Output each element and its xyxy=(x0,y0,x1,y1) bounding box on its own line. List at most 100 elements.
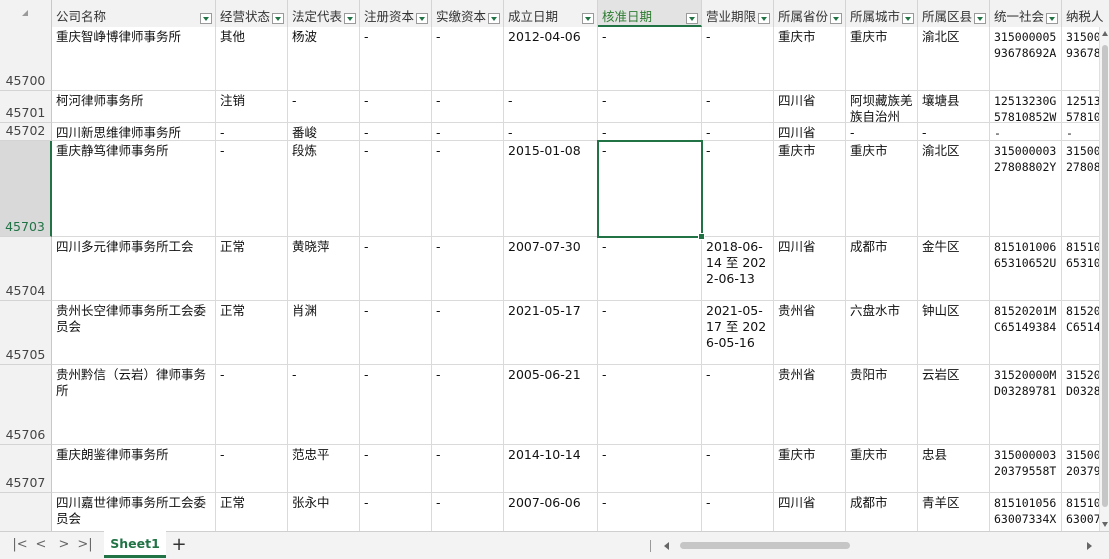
table-cell[interactable]: 番峻 xyxy=(288,123,360,141)
table-cell[interactable]: 31520000MD03289781 xyxy=(990,365,1062,445)
table-cell[interactable]: - xyxy=(216,141,288,237)
table-cell[interactable]: 四川新思维律师事务所 xyxy=(52,123,216,141)
vertical-scrollbar[interactable] xyxy=(1099,27,1109,531)
table-cell[interactable]: - xyxy=(432,91,504,123)
filter-dropdown-icon[interactable] xyxy=(344,13,356,24)
column-header[interactable]: 注册资本 xyxy=(360,0,432,27)
table-cell[interactable]: 2005-06-21 xyxy=(504,365,598,445)
table-cell[interactable]: 31500000327808802Y xyxy=(990,141,1062,237)
column-header[interactable]: 所属城市 xyxy=(846,0,918,27)
table-cell[interactable]: 2018-06-14 至 2022-06-13 xyxy=(702,237,774,301)
table-cell[interactable]: 12513230G57810852W xyxy=(990,91,1062,123)
table-cell[interactable]: 金牛区 xyxy=(918,237,990,301)
filter-dropdown-icon[interactable] xyxy=(686,13,698,24)
row-header[interactable]: 45705 xyxy=(0,301,52,365)
row-header[interactable]: 45701 xyxy=(0,91,52,123)
table-cell[interactable]: - xyxy=(216,365,288,445)
prev-sheet-nav-icon[interactable]: < xyxy=(33,537,49,553)
table-cell[interactable]: - xyxy=(360,141,432,237)
table-cell[interactable]: 钟山区 xyxy=(918,301,990,365)
table-cell[interactable]: - xyxy=(360,365,432,445)
column-header[interactable]: 实缴资本 xyxy=(432,0,504,27)
scroll-down-icon[interactable] xyxy=(1102,522,1108,527)
table-cell[interactable]: - xyxy=(216,445,288,493)
scroll-up-icon[interactable] xyxy=(1102,31,1108,36)
table-cell[interactable]: 段炼 xyxy=(288,141,360,237)
table-cell[interactable]: 重庆市 xyxy=(846,445,918,493)
table-cell[interactable]: - xyxy=(702,91,774,123)
table-cell[interactable]: 81510105663007334X xyxy=(990,493,1062,531)
table-cell[interactable]: 注销 xyxy=(216,91,288,123)
filter-dropdown-icon[interactable] xyxy=(200,13,212,24)
table-cell[interactable]: 其他 xyxy=(216,27,288,91)
table-cell[interactable]: - xyxy=(432,27,504,91)
column-header[interactable]: 所属省份 xyxy=(774,0,846,27)
table-cell[interactable]: - xyxy=(360,237,432,301)
table-cell[interactable]: - xyxy=(360,27,432,91)
table-cell[interactable]: 重庆静笃律师事务所 xyxy=(52,141,216,237)
table-cell[interactable]: 范忠平 xyxy=(288,445,360,493)
table-cell[interactable]: 重庆市 xyxy=(774,445,846,493)
table-cell[interactable]: 2015-01-08 xyxy=(504,141,598,237)
column-header[interactable]: 营业期限 xyxy=(702,0,774,27)
table-cell[interactable]: - xyxy=(432,493,504,531)
table-cell[interactable]: 杨波 xyxy=(288,27,360,91)
table-cell[interactable]: 四川省 xyxy=(774,493,846,531)
table-cell[interactable]: 壤塘县 xyxy=(918,91,990,123)
filter-dropdown-icon[interactable] xyxy=(758,13,770,24)
table-cell[interactable]: 成都市 xyxy=(846,493,918,531)
table-cell[interactable]: 31500000593678692A xyxy=(990,27,1062,91)
filter-dropdown-icon[interactable] xyxy=(488,13,500,24)
table-cell[interactable]: 正常 xyxy=(216,493,288,531)
filter-dropdown-icon[interactable] xyxy=(582,13,594,24)
table-cell[interactable]: - xyxy=(432,365,504,445)
row-header[interactable]: 45700 xyxy=(0,27,52,91)
table-cell[interactable]: - xyxy=(598,301,702,365)
row-header[interactable]: 45703 xyxy=(0,141,52,237)
table-cell[interactable]: - xyxy=(918,123,990,141)
table-cell[interactable]: - xyxy=(360,493,432,531)
table-cell[interactable]: - xyxy=(360,91,432,123)
table-cell[interactable]: - xyxy=(702,27,774,91)
column-header[interactable]: 核准日期 xyxy=(598,0,702,27)
filter-dropdown-icon[interactable] xyxy=(1046,13,1058,24)
table-cell[interactable]: 四川多元律师事务所工会 xyxy=(52,237,216,301)
table-cell[interactable]: 贵州省 xyxy=(774,365,846,445)
table-cell[interactable]: 张永中 xyxy=(288,493,360,531)
table-cell[interactable]: - xyxy=(846,123,918,141)
table-cell[interactable]: 柯河律师事务所 xyxy=(52,91,216,123)
table-cell[interactable]: 重庆市 xyxy=(846,141,918,237)
column-header[interactable]: 经营状态 xyxy=(216,0,288,27)
scroll-right-icon[interactable] xyxy=(1087,542,1092,550)
scrollbar-split-handle[interactable] xyxy=(650,540,651,552)
table-cell[interactable]: 贵州省 xyxy=(774,301,846,365)
row-header[interactable]: 45704 xyxy=(0,237,52,301)
table-cell[interactable]: 2021-05-17 xyxy=(504,301,598,365)
table-cell[interactable]: 四川省 xyxy=(774,237,846,301)
select-all-corner[interactable] xyxy=(0,0,52,27)
last-sheet-nav-icon[interactable]: >| xyxy=(77,537,93,553)
table-cell[interactable]: - xyxy=(598,141,702,237)
table-cell[interactable]: - xyxy=(598,91,702,123)
table-cell[interactable]: - xyxy=(360,301,432,365)
table-cell[interactable]: 2014-10-14 xyxy=(504,445,598,493)
table-cell[interactable]: - xyxy=(432,301,504,365)
table-cell[interactable]: - xyxy=(432,123,504,141)
table-cell[interactable]: 四川嘉世律师事务所工会委员会 xyxy=(52,493,216,531)
table-cell[interactable]: - xyxy=(360,123,432,141)
table-cell[interactable]: 四川省 xyxy=(774,123,846,141)
table-cell[interactable]: - xyxy=(702,365,774,445)
table-cell[interactable]: 黄晓萍 xyxy=(288,237,360,301)
table-cell[interactable]: 阿坝藏族羌族自治州 xyxy=(846,91,918,123)
column-header[interactable]: 统一社会 xyxy=(990,0,1062,27)
table-cell[interactable]: 忠县 xyxy=(918,445,990,493)
table-cell[interactable]: - xyxy=(702,123,774,141)
table-cell[interactable]: 贵阳市 xyxy=(846,365,918,445)
table-cell[interactable]: - xyxy=(216,123,288,141)
column-header[interactable]: 法定代表 xyxy=(288,0,360,27)
table-cell[interactable]: 正常 xyxy=(216,301,288,365)
table-cell[interactable]: 重庆市 xyxy=(846,27,918,91)
table-cell[interactable]: - xyxy=(432,445,504,493)
table-cell[interactable]: - xyxy=(504,91,598,123)
table-cell[interactable]: 贵州黔信（云岩）律师事务所 xyxy=(52,365,216,445)
